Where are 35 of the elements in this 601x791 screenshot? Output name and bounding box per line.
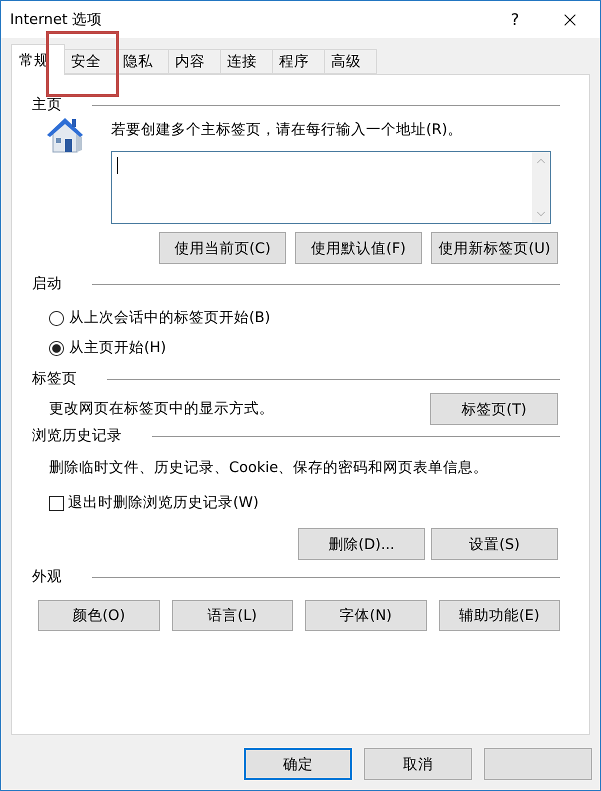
help-button[interactable]: ? <box>492 1 538 38</box>
dialog-button[interactable]: 颜色(O) <box>38 600 160 631</box>
section-title: 浏览历史记录 <box>32 428 122 444</box>
dialog-button[interactable]: 语言(L) <box>172 600 293 631</box>
tab[interactable]: 内容 <box>168 49 221 74</box>
tab[interactable]: 连接 <box>220 49 273 74</box>
radio-button[interactable] <box>49 340 64 356</box>
section-title: 启动 <box>32 276 62 292</box>
section-title: 外观 <box>32 569 62 585</box>
dialog-button[interactable]: 标签页(T) <box>430 393 558 425</box>
address-field[interactable] <box>111 151 551 224</box>
dialog-button[interactable]: 使用默认值(F) <box>295 232 422 264</box>
checkbox[interactable] <box>49 496 64 510</box>
section-title: 主页 <box>32 97 62 113</box>
radio-label: 从上次会话中的标签页开始(B) <box>69 309 270 328</box>
dialog-button[interactable]: 字体(N) <box>305 600 426 631</box>
tab[interactable]: 隐私 <box>116 49 169 74</box>
dialog-button[interactable]: 取消 <box>364 748 472 780</box>
dialog-button[interactable]: 辅助功能(E) <box>438 600 560 631</box>
radio-button[interactable] <box>49 310 64 326</box>
dialog-button[interactable]: 确定 <box>244 748 352 780</box>
dialog-button[interactable]: 删除(D)... <box>298 528 425 560</box>
tab[interactable]: 高级 <box>324 49 377 74</box>
tab[interactable]: 安全 <box>64 49 117 74</box>
description-text: 更改网页在标签页中的显示方式。 <box>49 400 274 419</box>
radio-label: 从主页开始(H) <box>69 338 166 358</box>
description-text: 删除临时文件、历史记录、Cookie、保存的密码和网页表单信息。 <box>49 460 488 476</box>
checkbox-label: 退出时删除浏览历史记录(W) <box>68 494 259 513</box>
window-title: Internet 选项 <box>10 11 104 29</box>
hint-text: 若要创建多个主标签页，请在每行输入一个地址(R)。 <box>111 120 464 140</box>
tab[interactable]: 程序 <box>272 49 325 74</box>
dialog-button[interactable]: 使用当前页(C) <box>159 232 286 264</box>
dialog-button[interactable]: 使用新标签页(U) <box>431 232 558 264</box>
dialog-button[interactable]: 设置(S) <box>431 528 558 560</box>
section-title: 标签页 <box>32 371 77 387</box>
